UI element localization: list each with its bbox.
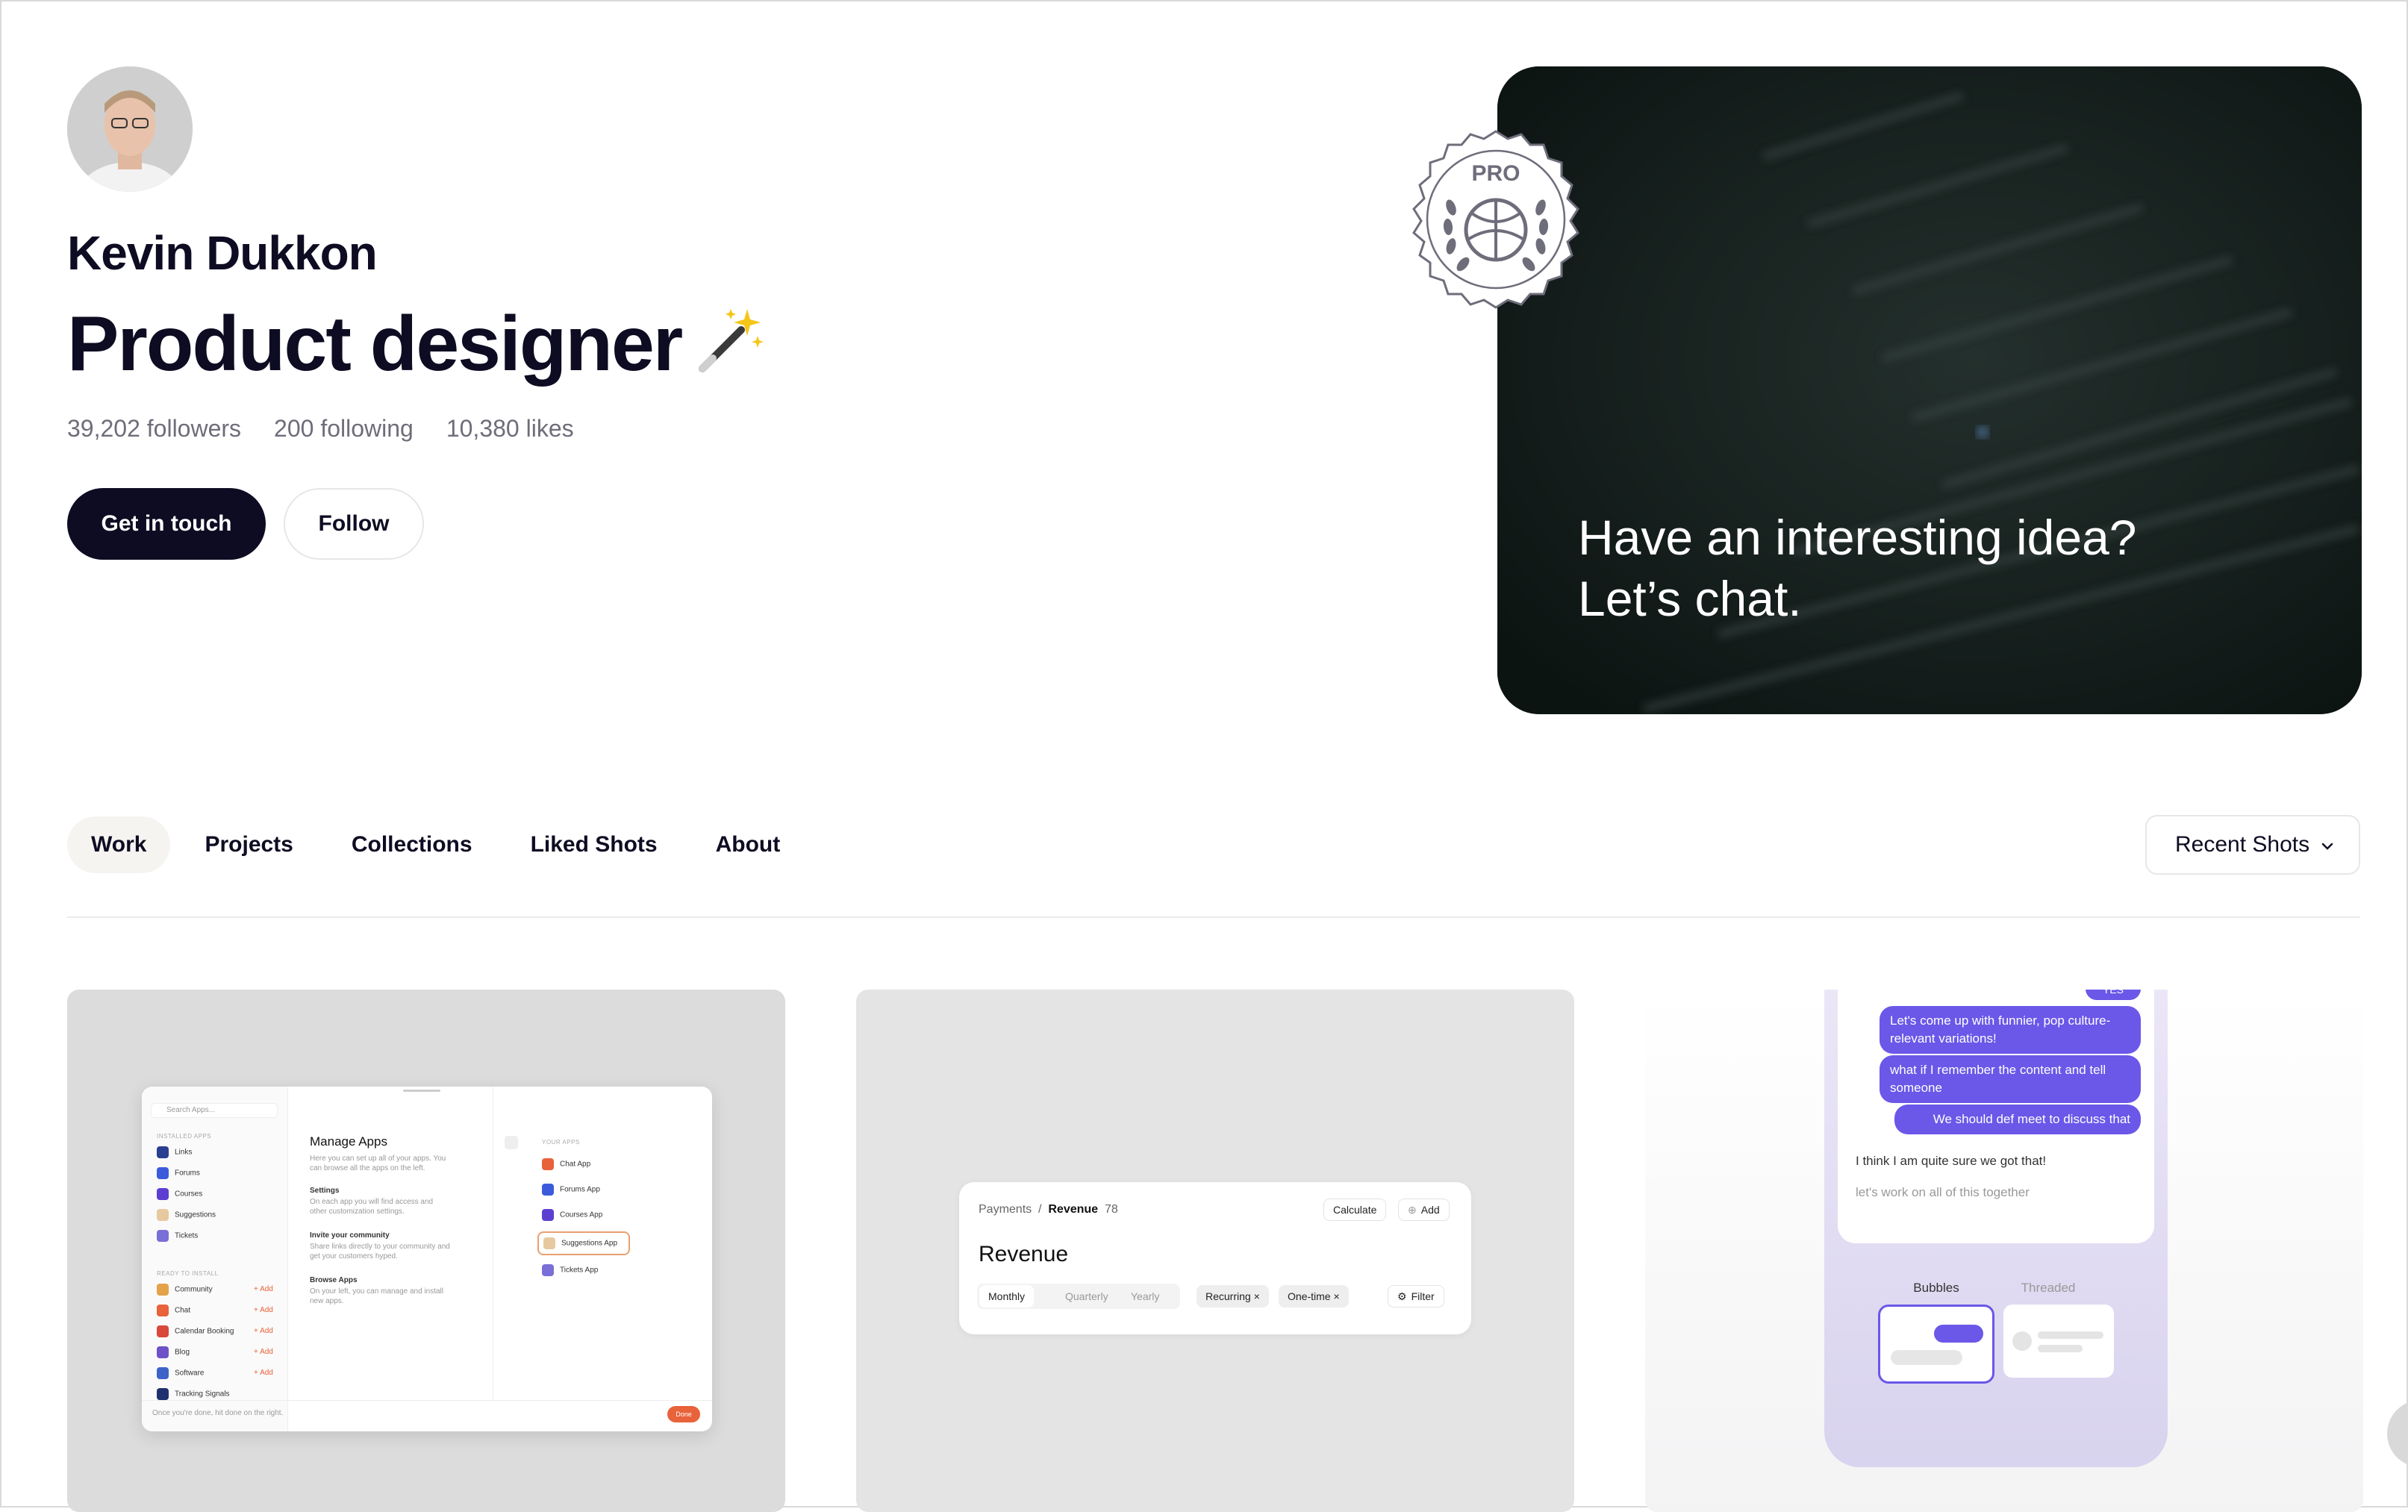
drag-handle (403, 1090, 440, 1092)
shot1-ready-item: Calendar Booking (157, 1325, 234, 1337)
floating-action-button[interactable] (2387, 1400, 2408, 1467)
shot3-chat-bubble: Let's come up with funnier, pop culture-… (1880, 1006, 2141, 1054)
tab-work[interactable]: Work (67, 816, 171, 873)
shot1-ready-item: Blog (157, 1346, 190, 1358)
tabs-divider (67, 916, 2360, 918)
shot3-threaded-preview (2003, 1305, 2114, 1378)
shot1-installed-item: Tickets (157, 1230, 198, 1242)
tab-liked-shots[interactable]: Liked Shots (507, 816, 681, 873)
shot2-filter-chip: Recurring × (1197, 1285, 1269, 1308)
shot-card-revenue[interactable]: Payments / Revenue 78 Calculate ⊕ Add Rev… (856, 990, 1574, 1512)
shot1-ready-item: Chat (157, 1305, 190, 1316)
shot2-add-button: ⊕ Add (1398, 1199, 1450, 1221)
promo-message: Have an interesting idea? Let’s chat. (1578, 507, 2137, 629)
following-count[interactable]: 200 following (274, 415, 414, 442)
pro-badge: PRO (1394, 118, 1597, 321)
hire-promo-card[interactable]: Have an interesting idea? Let’s chat. (1497, 66, 2362, 714)
shot1-app-window: Search Apps... INSTALLED APPS Links Foru… (142, 1087, 712, 1431)
shot1-footer-text: Once you're done, hit done on the right. (152, 1409, 284, 1417)
shot2-revenue-card: Payments / Revenue 78 Calculate ⊕ Add Rev… (959, 1182, 1471, 1334)
shot1-ready-item: Tracking Signals (157, 1388, 230, 1400)
promo-line-2: Let’s chat. (1578, 571, 1802, 626)
pro-badge-label: PRO (1471, 161, 1520, 186)
shot2-period-monthly: Monthly (979, 1285, 1035, 1308)
shot1-section-text: On your left, you can manage and install… (310, 1287, 443, 1305)
shot3-chat-bubble: what if I remember the content and tell … (1880, 1055, 2141, 1103)
shot1-add-link: + Add (254, 1348, 273, 1356)
profile-name: Kevin Dukkon (67, 226, 378, 280)
shot2-filter-button: ⚙ Filter (1388, 1285, 1444, 1308)
headline-text: Product designer (67, 301, 683, 387)
shot1-ready-item: Software (157, 1367, 204, 1379)
profile-tabs: Work Projects Collections Liked Shots Ab… (67, 816, 814, 873)
shot2-calculate-button: Calculate (1323, 1199, 1387, 1221)
avatar[interactable] (67, 66, 193, 192)
shot1-section-text: Share links directly to your community a… (310, 1243, 450, 1260)
chevron-down-icon (2318, 836, 2336, 854)
shot1-installed-item: Suggestions (157, 1209, 216, 1221)
shot3-received-message: I think I am quite sure we got that! (1856, 1154, 2047, 1168)
shot1-footer-divider (142, 1400, 712, 1401)
shot1-add-link: + Add (254, 1306, 273, 1314)
shot2-period-quarterly: Quarterly (1065, 1290, 1108, 1302)
shot1-done-button: Done (667, 1406, 700, 1422)
shot3-tab-threaded: Threaded (2021, 1281, 2076, 1295)
shot2-period-segmented: Monthly Quarterly Yearly (977, 1284, 1180, 1309)
shot2-period-yearly: Yearly (1131, 1290, 1160, 1302)
shot1-ready-header: READY TO INSTALL (157, 1270, 219, 1277)
shot1-your-app: Forums App (542, 1184, 600, 1196)
shot3-phone: YES Let's come up with funnier, pop cult… (1824, 990, 2168, 1467)
shot1-installed-item: Links (157, 1146, 192, 1158)
shot1-installed-item: Forums (157, 1167, 200, 1179)
profile-stats: 39,202 followers 200 following 10,380 like… (67, 415, 607, 443)
shot3-bubbles-preview (1878, 1305, 1994, 1384)
get-in-touch-button[interactable]: Get in touch (67, 488, 266, 560)
sort-dropdown[interactable]: Recent Shots (2145, 815, 2360, 875)
shot-card-manage-apps[interactable]: Search Apps... INSTALLED APPS Links Foru… (67, 990, 785, 1512)
shot2-title: Revenue (979, 1242, 1069, 1266)
profile-headline: Product designer (67, 300, 767, 389)
tab-about[interactable]: About (692, 816, 805, 873)
shot1-ready-item: Community (157, 1284, 213, 1296)
shot1-section-heading: Settings (310, 1187, 340, 1195)
shot1-add-link: + Add (254, 1285, 273, 1293)
shot1-your-app: Chat App (542, 1158, 590, 1170)
follow-button[interactable]: Follow (284, 488, 424, 560)
shot3-chat-bubble: We should def meet to discuss that (1894, 1105, 2141, 1134)
shot1-installed-item: Courses (157, 1188, 202, 1200)
sort-dropdown-label: Recent Shots (2175, 832, 2310, 857)
pro-badge-icon: PRO (1412, 130, 1579, 309)
filter-icon: ⚙ (1397, 1290, 1407, 1302)
tab-projects[interactable]: Projects (181, 816, 316, 873)
avatar-photo (67, 66, 193, 192)
shot1-add-link: + Add (254, 1327, 273, 1335)
shot1-section-text: On each app you will find access and oth… (310, 1198, 434, 1216)
likes-count: 10,380 likes (446, 415, 574, 442)
shot1-your-app: Courses App (542, 1209, 602, 1221)
home-icon (505, 1136, 518, 1149)
shot1-intro: Here you can set up all of your apps. Yo… (310, 1155, 446, 1172)
promo-line-1: Have an interesting idea? (1578, 510, 2137, 565)
shot3-received-message: let's work on all of this together (1856, 1185, 2030, 1199)
shot1-your-app: Tickets App (542, 1264, 598, 1276)
shot2-breadcrumb: Payments / Revenue 78 (979, 1203, 1118, 1216)
shot2-filter-chip: One-time × (1279, 1285, 1349, 1308)
shot1-section-heading: Invite your community (310, 1231, 390, 1240)
tab-collections[interactable]: Collections (328, 816, 496, 873)
magic-wand-icon (692, 303, 767, 378)
shot1-add-link: + Add (254, 1369, 273, 1377)
shot1-section-heading: Browse Apps (310, 1276, 358, 1284)
shot-card-chat-bubbles[interactable]: YES Let's come up with funnier, pop cult… (1645, 990, 2363, 1512)
shot1-your-apps-header: YOUR APPS (542, 1139, 580, 1146)
shot3-chat-bubble: YES (2086, 990, 2141, 1000)
shot1-search: Search Apps... (166, 1106, 216, 1114)
shot1-app-sidebar: Search Apps... INSTALLED APPS Links Foru… (142, 1087, 288, 1431)
shot1-title: Manage Apps (310, 1134, 387, 1149)
followers-count[interactable]: 39,202 followers (67, 415, 241, 442)
shot1-your-app-selected: Suggestions App (537, 1231, 630, 1255)
shot1-installed-header: INSTALLED APPS (157, 1133, 212, 1140)
